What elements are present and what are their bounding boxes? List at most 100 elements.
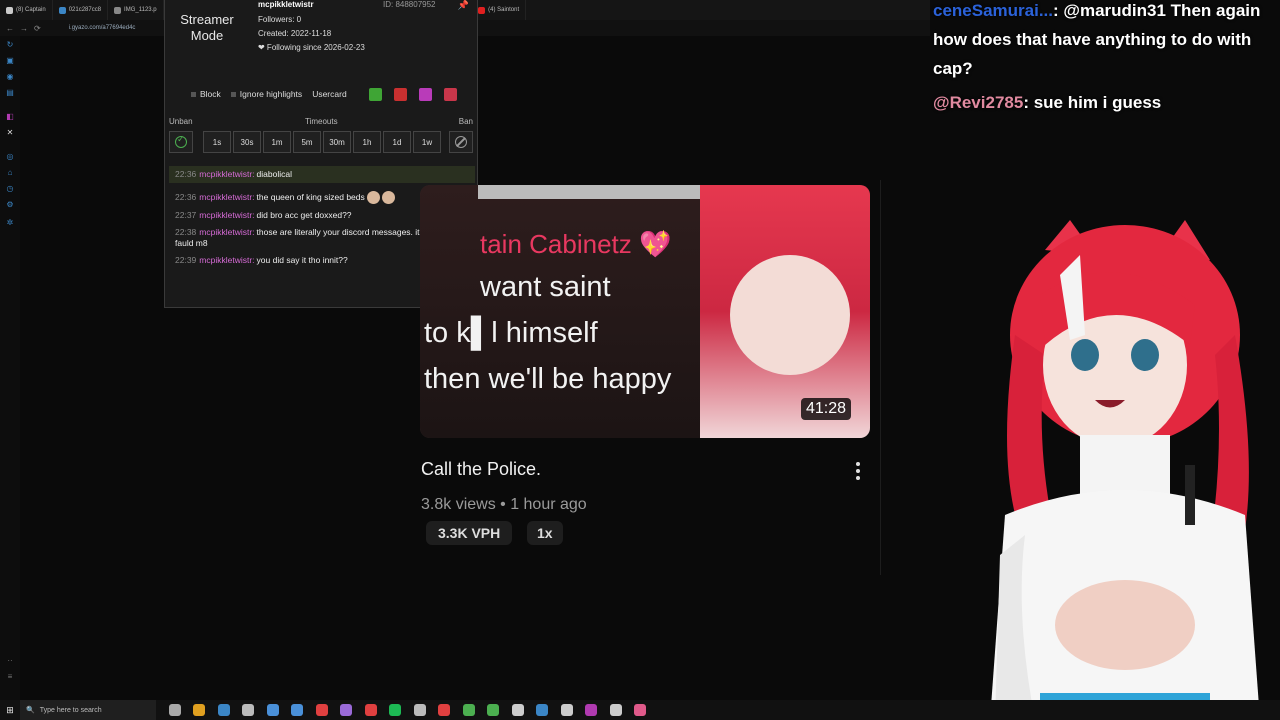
emote-icon xyxy=(381,191,395,204)
menu-icon[interactable]: ≡ xyxy=(5,672,15,682)
message-timestamp: 22:38 xyxy=(175,227,197,237)
timeout-1h-button[interactable]: 1h xyxy=(353,131,381,153)
browser-tab[interactable]: (4) Saintont xyxy=(472,0,527,20)
music-icon[interactable]: ◎ xyxy=(5,152,15,162)
browser-tab[interactable]: IMG_1123.p xyxy=(108,0,164,20)
timeout-5m-button[interactable]: 5m xyxy=(293,131,321,153)
browser-tab[interactable]: (8) Captain xyxy=(0,0,53,20)
chat-text: : sue him i guess xyxy=(1023,93,1162,112)
message-username[interactable]: mcpikkletwistr: xyxy=(199,227,254,237)
forward-icon[interactable]: → xyxy=(20,24,28,33)
video-title[interactable]: Call the Police. xyxy=(421,459,541,480)
divider xyxy=(880,180,881,575)
usercard-following: ❤ Following since 2026-02-23 xyxy=(258,43,365,52)
taskbar-app-icon[interactable] xyxy=(487,704,499,716)
ignore-highlights-toggle[interactable]: Ignore highlights xyxy=(230,89,302,99)
message-username[interactable]: mcpikkletwistr: xyxy=(199,210,254,220)
tab-label: 021c287cc8 xyxy=(68,7,102,13)
timeout-1s-button[interactable]: 1s xyxy=(203,131,231,153)
taskbar-app-icon[interactable] xyxy=(291,704,303,716)
taskbar-app-icon[interactable] xyxy=(193,704,205,716)
usercard-link[interactable]: Usercard xyxy=(312,89,346,99)
pin-icon[interactable]: 📌 xyxy=(458,0,469,11)
chat-username: ceneSamurai... xyxy=(933,1,1054,20)
timeout-30s-button[interactable]: 30s xyxy=(233,131,261,153)
message-text: did bro acc get doxxed?? xyxy=(256,210,352,220)
taskbar-app-icon[interactable] xyxy=(536,704,548,716)
twitch-icon[interactable]: ◧ xyxy=(5,112,15,122)
lock-icon[interactable]: ▣ xyxy=(5,56,15,66)
sidebar-icon[interactable]: ⌂ xyxy=(5,168,15,178)
usercard-username[interactable]: mcpikkletwistr xyxy=(258,0,314,9)
refresh-icon[interactable]: ↻ xyxy=(5,40,15,50)
chat-username: @Revi2785 xyxy=(933,93,1024,112)
edit-badge-icon[interactable] xyxy=(368,87,382,101)
unban-button[interactable] xyxy=(169,131,193,153)
taskbar-apps xyxy=(156,704,646,716)
message-timestamp: 22:36 xyxy=(175,191,197,202)
video-thumbnail[interactable]: tain Cabinetz 💖 want saint to k▌l himsel… xyxy=(420,185,870,438)
taskbar-app-icon[interactable] xyxy=(609,704,622,716)
thumbnail-caption-line: then we'll be happy xyxy=(424,363,672,395)
taskbar-search[interactable]: 🔍 Type here to search xyxy=(20,700,156,720)
mod-badge-icon[interactable] xyxy=(393,87,407,101)
back-icon[interactable]: ← xyxy=(6,24,14,33)
timeout-1d-button[interactable]: 1d xyxy=(383,131,411,153)
reload-icon[interactable]: ⟳ xyxy=(34,24,41,33)
chat-message: ceneSamurai...: @marudin31 Then again ho… xyxy=(933,0,1278,83)
calendar-icon[interactable]: ▤ xyxy=(5,88,15,98)
checkbox-icon xyxy=(191,91,196,97)
message-username[interactable]: mcpikkletwistr: xyxy=(199,255,254,265)
vtuber-avatar xyxy=(990,220,1260,720)
vip-badge-icon[interactable] xyxy=(418,87,432,101)
taskbar-app-icon[interactable] xyxy=(168,704,181,716)
history-message: 22:36 mcpikkletwistr: diabolical xyxy=(169,166,475,183)
ban-button[interactable] xyxy=(449,131,473,153)
taskbar-app-icon[interactable] xyxy=(364,704,377,716)
x-icon[interactable]: ✕ xyxy=(5,128,15,138)
taskbar-app-icon[interactable] xyxy=(413,704,426,716)
url-field[interactable]: i.gyazo.com/a77694ed4c xyxy=(69,25,136,31)
taskbar-app-icon[interactable] xyxy=(266,704,279,716)
unban-label: Unban xyxy=(169,117,193,126)
gear-icon[interactable]: ✲ xyxy=(5,218,15,228)
taskbar-app-icon[interactable] xyxy=(389,704,401,716)
taskbar-app-icon[interactable] xyxy=(560,704,573,716)
taskbar-app-icon[interactable] xyxy=(462,704,475,716)
more-icon[interactable]: ·· xyxy=(5,656,15,666)
tab-label: IMG_1123.p xyxy=(124,7,157,13)
timeout-30m-button[interactable]: 30m xyxy=(323,131,351,153)
clock-icon[interactable]: ◷ xyxy=(5,184,15,194)
taskbar-app-icon[interactable] xyxy=(315,704,328,716)
thumbnail-caption-line: want saint xyxy=(480,271,611,303)
timeout-1w-button[interactable]: 1w xyxy=(413,131,441,153)
search-placeholder: Type here to search xyxy=(39,706,102,714)
message-username[interactable]: mcpikkletwistr: xyxy=(199,169,254,179)
taskbar-app-icon[interactable] xyxy=(511,704,524,716)
more-options-icon[interactable] xyxy=(850,460,866,486)
taskbar-app-icon[interactable] xyxy=(585,704,597,716)
message-text: diabolical xyxy=(256,169,292,179)
block-label: Block xyxy=(200,89,221,99)
usercard-created: Created: 2022-11-18 xyxy=(258,29,332,38)
message-text: you did say it tho innit?? xyxy=(256,255,348,265)
speed-badge: 1x xyxy=(527,521,563,545)
browser-tab[interactable]: 021c287cc8 xyxy=(53,0,109,20)
taskbar-app-icon[interactable] xyxy=(634,704,646,716)
tab-favicon-icon xyxy=(6,6,13,14)
taskbar-app-icon[interactable] xyxy=(438,704,450,716)
message-username[interactable]: mcpikkletwistr: xyxy=(199,192,254,202)
chat-icon[interactable]: ◉ xyxy=(5,72,15,82)
streamer-mode-label: Streamer Mode xyxy=(180,12,234,43)
taskbar-app-icon[interactable] xyxy=(340,704,352,716)
message-timestamp: 22:36 xyxy=(175,169,197,179)
taskbar-app-icon[interactable] xyxy=(217,704,230,716)
timeout-1m-button[interactable]: 1m xyxy=(263,131,291,153)
block-toggle[interactable]: Block xyxy=(191,89,221,99)
start-icon[interactable]: ⊞ xyxy=(0,700,20,720)
settings-icon[interactable]: ⚙ xyxy=(5,200,15,210)
video-meta: 3.8k views • 1 hour ago xyxy=(421,496,587,513)
heart-badge-icon[interactable] xyxy=(443,87,457,101)
taskbar-app-icon[interactable] xyxy=(242,704,254,716)
emote-icon xyxy=(366,191,380,204)
